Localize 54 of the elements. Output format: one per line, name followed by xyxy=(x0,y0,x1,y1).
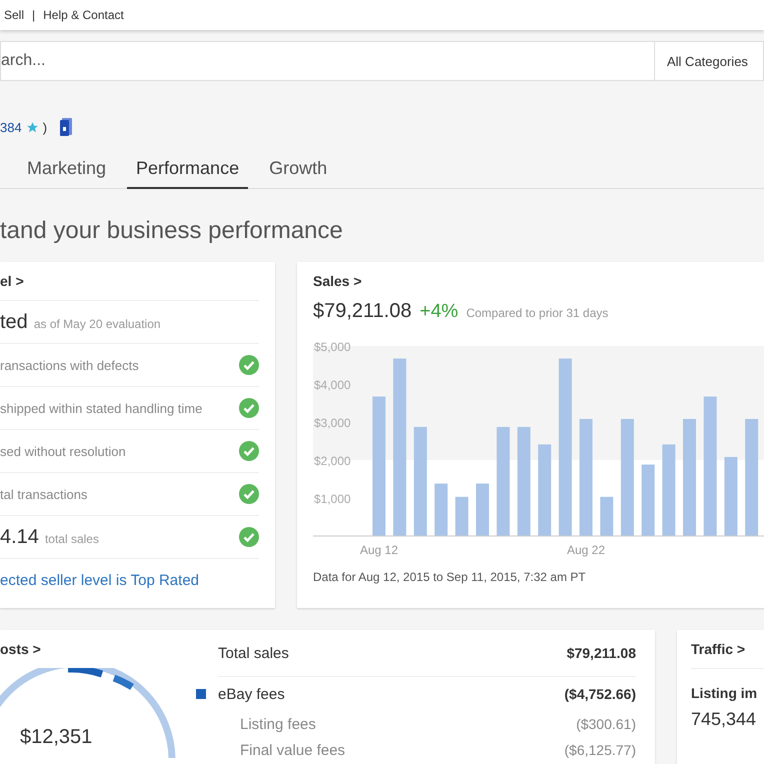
y-axis-label: $5,000 xyxy=(314,340,351,354)
badge-icon xyxy=(59,117,74,137)
tab[interactable]: Growth xyxy=(260,149,336,189)
card-title[interactable]: Traffic > xyxy=(691,630,764,668)
status-note: as of May 20 evaluation xyxy=(34,316,161,330)
cost-label: Listing fees xyxy=(239,716,316,732)
donut-value: $12,351 xyxy=(20,726,92,749)
cost-label: Total sales xyxy=(218,644,289,662)
criterion-label: sed without resolution xyxy=(0,444,126,458)
nav-link[interactable]: Help & Contact xyxy=(43,8,124,22)
feedback-score[interactable]: 384 xyxy=(0,120,22,134)
x-axis-label: Aug 22 xyxy=(566,543,606,557)
comparison-note: Compared to prior 31 days xyxy=(466,306,608,320)
nav-separator: | xyxy=(32,8,36,22)
criterion-label: ransactions with defects xyxy=(0,358,139,372)
metric-value: 745,344 xyxy=(691,709,756,730)
sales-bar xyxy=(642,464,655,536)
card-title[interactable]: el > xyxy=(0,262,275,300)
data-footnote: Data for Aug 12, 2015 to Sep 11, 2015, 7:32 am PT xyxy=(313,570,587,584)
y-axis-label: $2,000 xyxy=(314,454,351,468)
criterion-label: shipped within stated handling time xyxy=(0,400,202,416)
card-title[interactable]: Sales > xyxy=(313,262,764,300)
figure-label: total sales xyxy=(44,532,99,546)
x-axis-label: Aug 12 xyxy=(360,543,398,557)
cost-amount: $79,211.08 xyxy=(566,645,636,661)
nav-link[interactable]: Sell xyxy=(4,8,24,22)
cost-amount: ($4,752.66) xyxy=(564,686,636,702)
sales-bar xyxy=(455,496,468,536)
sales-bar xyxy=(600,496,614,536)
closing-paren: ) xyxy=(42,120,48,134)
y-axis-label: $4,000 xyxy=(314,378,351,392)
y-axis-label: $1,000 xyxy=(314,492,351,506)
category-dropdown[interactable]: All Categories xyxy=(655,41,764,81)
seller-status: ted xyxy=(0,310,28,334)
tab[interactable]: Marketing xyxy=(18,149,116,189)
cost-amount: ($300.61) xyxy=(576,716,636,732)
card-title[interactable]: osts > xyxy=(0,630,218,668)
sales-total: $79,211.08 xyxy=(313,300,412,323)
sales-change: +4% xyxy=(420,301,458,323)
y-axis-label: $3,000 xyxy=(314,416,351,430)
sales-bar xyxy=(476,484,489,536)
cost-label: Final value fees xyxy=(239,742,346,758)
cost-amount: ($6,125.77) xyxy=(564,742,636,758)
page-heading: tand your business performance xyxy=(0,217,344,246)
sales-figure: 4.14 xyxy=(0,526,39,548)
metric-label: Listing im xyxy=(691,668,764,701)
star-icon xyxy=(26,120,39,134)
cost-label: eBay fees xyxy=(218,686,285,702)
legend-square-icon xyxy=(196,689,206,699)
criterion-label: tal transactions xyxy=(0,486,88,502)
search-field[interactable]: arch... xyxy=(0,41,655,81)
sales-bar xyxy=(434,484,448,536)
seller-level-link[interactable]: ected seller level is Top Rated xyxy=(0,572,199,588)
tab[interactable]: Performance xyxy=(127,149,248,189)
